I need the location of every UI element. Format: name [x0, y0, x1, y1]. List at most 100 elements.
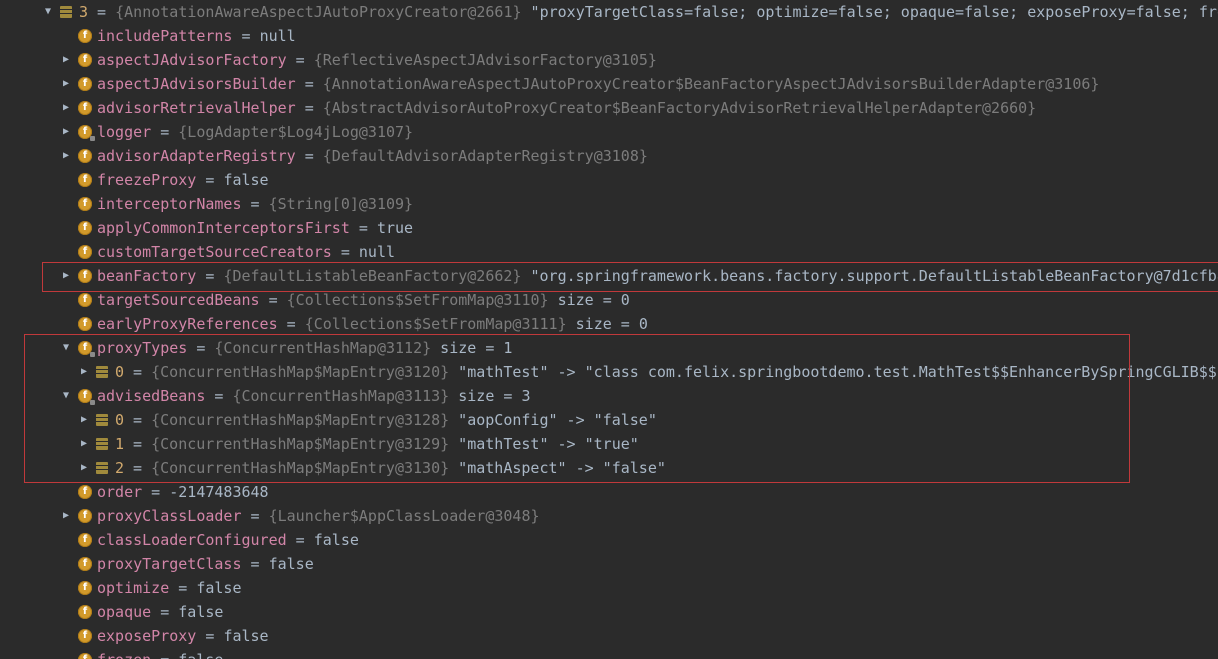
- tree-row[interactable]: f applyCommonInterceptorsFirst = true: [0, 216, 1218, 240]
- expand-arrow-icon[interactable]: ▶: [79, 456, 89, 480]
- tree-row-text: includePatterns = null: [97, 24, 296, 48]
- tree-row[interactable]: ▶ 2 = {ConcurrentHashMap$MapEntry@3130} "…: [0, 456, 1218, 480]
- field-icon: f: [78, 389, 95, 405]
- tree-row[interactable]: ▶ f aspectJAdvisorFactory = {ReflectiveAsp…: [0, 48, 1218, 72]
- tree-row[interactable]: f classLoaderConfigured = false: [0, 528, 1218, 552]
- tree-row-text: aspectJAdvisorsBuilder = {AnnotationAwar…: [97, 72, 1099, 96]
- tree-row[interactable]: ffrozen = false: [0, 648, 1218, 659]
- tree-row-text: earlyProxyReferences = {Collections$SetF…: [97, 312, 648, 336]
- tree-row[interactable]: f freezeProxy = false: [0, 168, 1218, 192]
- variable-value: size = 0: [566, 315, 648, 333]
- assign-operator: =: [124, 435, 152, 453]
- tree-row-text: proxyTypes = {ConcurrentHashMap@3112} si…: [97, 336, 512, 360]
- tree-row-text: 3 = {AnnotationAwareAspectJAutoProxyCrea…: [79, 0, 1218, 24]
- tree-row[interactable]: ▶ 1 = {ConcurrentHashMap$MapEntry@3129} "…: [0, 432, 1218, 456]
- variable-name: advisorAdapterRegistry: [97, 147, 296, 165]
- tree-row[interactable]: f targetSourcedBeans = {Collections$SetFr…: [0, 288, 1218, 312]
- variable-value: size = 1: [431, 339, 513, 357]
- tree-row[interactable]: ▼ f advisedBeans = {ConcurrentHashMap@3113…: [0, 384, 1218, 408]
- field-icon: f: [78, 197, 92, 211]
- tree-row[interactable]: ▶ 0 = {ConcurrentHashMap$MapEntry@3128} "…: [0, 408, 1218, 432]
- tree-row-text: order = -2147483648: [97, 480, 269, 504]
- tree-row-text: frozen = false: [97, 648, 223, 659]
- field-icon: f: [78, 317, 92, 331]
- variable-value: -2147483648: [169, 483, 269, 501]
- field-icon: f: [78, 269, 92, 283]
- variable-name: 1: [115, 435, 125, 453]
- field-icon: f: [78, 101, 92, 115]
- tree-row[interactable]: f interceptorNames = {String[0]@3109}: [0, 192, 1218, 216]
- tree-row[interactable]: f includePatterns = null: [0, 24, 1218, 48]
- map-entry-icon: [96, 414, 108, 426]
- assign-operator: =: [331, 243, 359, 261]
- collapse-arrow-icon[interactable]: ▼: [61, 336, 71, 360]
- tree-row-text: proxyTargetClass = false: [97, 552, 314, 576]
- object-reference: {AnnotationAwareAspectJAutoProxyCreator@…: [115, 3, 522, 21]
- assign-operator: =: [88, 3, 116, 21]
- variable-name: earlyProxyReferences: [97, 315, 278, 333]
- tree-row[interactable]: ▼ 3 = {AnnotationAwareAspectJAutoProxyCre…: [0, 0, 1218, 24]
- tree-row[interactable]: ▼ f proxyTypes = {ConcurrentHashMap@3112} …: [0, 336, 1218, 360]
- tree-row[interactable]: f proxyTargetClass = false: [0, 552, 1218, 576]
- expand-arrow-icon[interactable]: ▶: [79, 408, 89, 432]
- object-reference: {DefaultAdvisorAdapterRegistry@3108}: [322, 147, 648, 165]
- tree-row-text: 2 = {ConcurrentHashMap$MapEntry@3130} "m…: [115, 456, 666, 480]
- field-icon: f: [78, 77, 92, 91]
- assign-operator: =: [295, 75, 323, 93]
- expand-arrow-icon[interactable]: ▶: [79, 360, 89, 384]
- object-reference: {ConcurrentHashMap$MapEntry@3120}: [151, 363, 450, 381]
- expand-arrow-icon[interactable]: ▶: [61, 120, 71, 144]
- tree-row-text: opaque = false: [97, 600, 223, 624]
- expand-arrow-icon[interactable]: ▶: [61, 72, 71, 96]
- field-icon: f: [78, 557, 92, 571]
- assign-operator: =: [151, 603, 179, 621]
- tree-row[interactable]: ▶ f proxyClassLoader = {Launcher$AppClassL…: [0, 504, 1218, 528]
- variable-name: proxyTargetClass: [97, 555, 242, 573]
- field-icon: f: [78, 581, 92, 595]
- tree-row[interactable]: f optimize = false: [0, 576, 1218, 600]
- variable-value: "org.springframework.beans.factory.suppo…: [530, 267, 1218, 285]
- field-icon: f: [78, 173, 92, 187]
- object-reference: {ConcurrentHashMap$MapEntry@3129}: [151, 435, 450, 453]
- variable-value: "mathTest" -> "class com.felix.springboo…: [458, 363, 1217, 381]
- tree-row[interactable]: f opaque = false: [0, 600, 1218, 624]
- tree-row-text: advisedBeans = {ConcurrentHashMap@3113} …: [97, 384, 531, 408]
- tree-row-text: 1 = {ConcurrentHashMap$MapEntry@3129} "m…: [115, 432, 639, 456]
- variable-value: null: [358, 243, 396, 261]
- variable-name: proxyClassLoader: [97, 507, 242, 525]
- tree-row-text: customTargetSourceCreators = null: [97, 240, 395, 264]
- field-icon: f: [78, 485, 92, 499]
- expand-arrow-icon[interactable]: ▶: [61, 144, 71, 168]
- assign-operator: =: [169, 579, 197, 597]
- tree-row-text: freezeProxy = false: [97, 168, 269, 192]
- tree-row[interactable]: f exposeProxy = false: [0, 624, 1218, 648]
- tree-row[interactable]: ▶ f aspectJAdvisorsBuilder = {AnnotationAw…: [0, 72, 1218, 96]
- object-reference: {String[0]@3109}: [268, 195, 414, 213]
- tree-row[interactable]: ▶ 0 = {ConcurrentHashMap$MapEntry@3120} "…: [0, 360, 1218, 384]
- expand-arrow-icon[interactable]: ▶: [61, 96, 71, 120]
- object-reference: {ConcurrentHashMap@3112}: [214, 339, 432, 357]
- expand-arrow-icon[interactable]: ▶: [61, 504, 71, 528]
- field-icon: f: [78, 509, 92, 523]
- expand-arrow-icon[interactable]: ▶: [61, 48, 71, 72]
- object-reference: {ConcurrentHashMap$MapEntry@3130}: [151, 459, 450, 477]
- variable-value: false: [178, 603, 224, 621]
- tree-row[interactable]: f customTargetSourceCreators = null: [0, 240, 1218, 264]
- tree-row[interactable]: f order = -2147483648: [0, 480, 1218, 504]
- tree-row-text: 0 = {ConcurrentHashMap$MapEntry@3120} "m…: [115, 360, 1217, 384]
- expand-arrow-icon[interactable]: ▶: [79, 432, 89, 456]
- assign-operator: =: [241, 195, 269, 213]
- variable-name: advisorRetrievalHelper: [97, 99, 296, 117]
- tree-row[interactable]: ▶ f logger = {LogAdapter$Log4jLog@3107}: [0, 120, 1218, 144]
- variable-name: targetSourcedBeans: [97, 291, 260, 309]
- tree-row[interactable]: ▶ f advisorAdapterRegistry = {DefaultAdvis…: [0, 144, 1218, 168]
- expand-arrow-icon[interactable]: ▶: [61, 264, 71, 288]
- tree-row[interactable]: ▶ f advisorRetrievalHelper = {AbstractAdvi…: [0, 96, 1218, 120]
- tree-row[interactable]: f earlyProxyReferences = {Collections$Set…: [0, 312, 1218, 336]
- assign-operator: =: [241, 555, 269, 573]
- collapse-arrow-icon[interactable]: ▼: [61, 384, 71, 408]
- collapse-arrow-icon[interactable]: ▼: [43, 0, 53, 24]
- variable-value: "mathAspect" -> "false": [458, 459, 666, 477]
- assign-operator: =: [286, 51, 314, 69]
- tree-row[interactable]: ▶ f beanFactory = {DefaultListableBeanFact…: [0, 264, 1218, 288]
